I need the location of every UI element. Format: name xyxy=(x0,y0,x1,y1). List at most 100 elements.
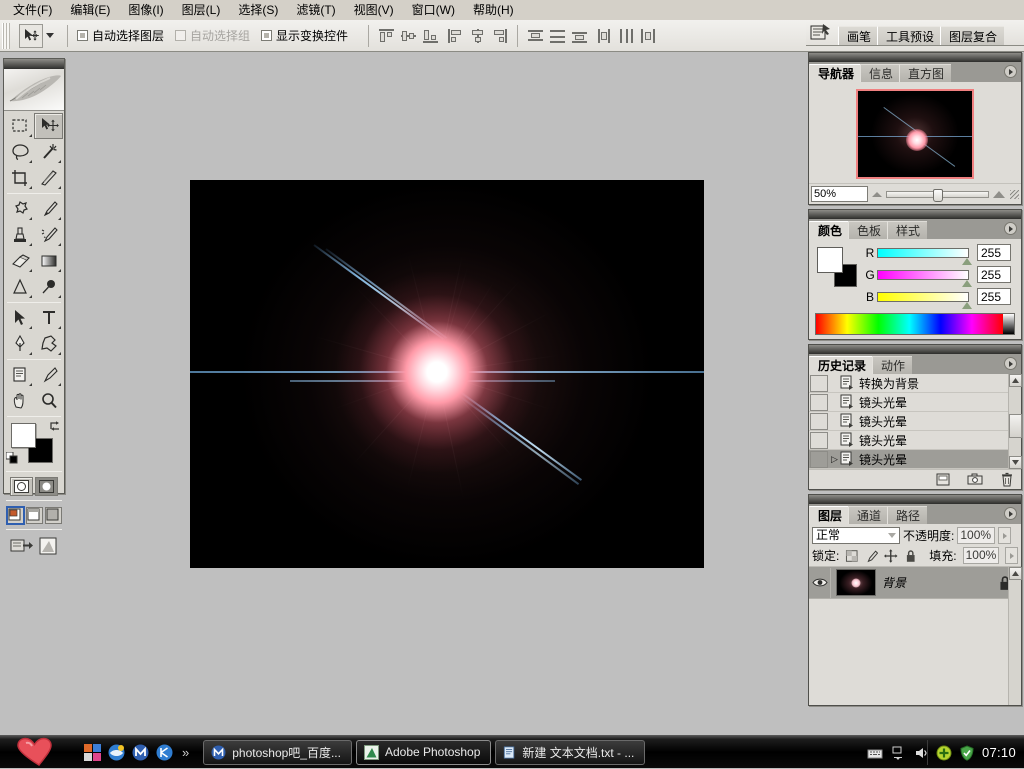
keyboard-layout-icon[interactable] xyxy=(867,745,883,761)
new-snapshot-camera-icon[interactable] xyxy=(967,472,983,487)
tool-flyout-corner-icon[interactable] xyxy=(29,160,32,163)
menu-item-image[interactable]: 图像(I) xyxy=(119,0,172,20)
menu-item-window[interactable]: 窗口(W) xyxy=(403,0,464,20)
channel-slider-b[interactable] xyxy=(877,291,972,309)
start-button[interactable] xyxy=(0,736,78,769)
tab-styles[interactable]: 样式 xyxy=(887,221,928,239)
tab-layers[interactable]: 图层 xyxy=(809,506,850,524)
tool-flyout-corner-icon[interactable] xyxy=(58,295,61,298)
tool-flyout-corner-icon[interactable] xyxy=(29,243,32,246)
tool-preset-chevron-down-icon[interactable] xyxy=(46,33,54,38)
layer-name[interactable]: 背景 xyxy=(882,574,997,591)
menu-item-view[interactable]: 视图(V) xyxy=(345,0,403,20)
color-panel-foreground-swatch[interactable] xyxy=(817,247,843,273)
tool-flyout-corner-icon[interactable] xyxy=(29,217,32,220)
hand-tool[interactable] xyxy=(5,388,34,414)
tool-flyout-corner-icon[interactable] xyxy=(29,383,32,386)
navigator-zoom-slider[interactable] xyxy=(886,188,989,202)
taskbar-window-notepad[interactable]: 新建 文本文档.txt - ... xyxy=(495,739,646,765)
align-right-edges-icon[interactable] xyxy=(491,28,508,44)
channel-value-b[interactable]: 255 xyxy=(977,288,1011,305)
rectangular-marquee-tool[interactable] xyxy=(5,113,34,139)
lock-transparent-pixels-icon[interactable] xyxy=(845,549,858,563)
scrollbar-thumb[interactable] xyxy=(1009,414,1022,438)
distribute-top-edges-icon[interactable] xyxy=(527,28,544,44)
menu-item-layer[interactable]: 图层(L) xyxy=(173,0,230,20)
fill-input[interactable]: 100% xyxy=(962,547,1000,564)
well-tab-layer-comps[interactable]: 图层复合 xyxy=(940,26,1005,45)
crop-tool[interactable] xyxy=(5,165,34,191)
checkbox-auto-select-layer[interactable]: 自动选择图层 xyxy=(77,27,164,44)
history-state-row[interactable]: 镜头光晕 xyxy=(809,412,1021,431)
default-colors-icon[interactable] xyxy=(6,452,18,464)
tab-paths[interactable]: 路径 xyxy=(887,506,928,524)
document-canvas[interactable] xyxy=(190,180,704,568)
tool-preset-picker[interactable] xyxy=(15,23,58,49)
history-panel-menu-button[interactable] xyxy=(1004,357,1017,370)
channel-slider-r[interactable] xyxy=(877,247,972,265)
notes-tool[interactable] xyxy=(5,362,34,388)
menu-item-edit[interactable]: 编辑(E) xyxy=(61,0,119,20)
blur-tool[interactable] xyxy=(5,274,34,300)
distribute-right-edges-icon[interactable] xyxy=(640,28,657,44)
slice-tool[interactable] xyxy=(34,165,63,191)
blend-mode-select[interactable]: 正常 xyxy=(812,527,900,544)
options-bar-grip[interactable] xyxy=(2,22,10,49)
tab-actions[interactable]: 动作 xyxy=(872,356,913,374)
menu-item-filter[interactable]: 滤镜(T) xyxy=(287,0,344,20)
zoom-tool[interactable] xyxy=(34,388,63,414)
tab-histogram[interactable]: 直方图 xyxy=(899,64,952,82)
layer-row-background[interactable]: 背景 xyxy=(809,567,1021,599)
zoom-slider-thumb[interactable] xyxy=(933,188,944,202)
tool-flyout-corner-icon[interactable] xyxy=(29,186,32,189)
checkbox-box[interactable] xyxy=(261,30,273,41)
navigator-thumbnail[interactable] xyxy=(856,89,974,179)
tab-info[interactable]: 信息 xyxy=(860,64,901,82)
zoom-out-icon[interactable] xyxy=(872,191,882,197)
pen-tool[interactable] xyxy=(5,331,34,357)
standard-mode-button[interactable] xyxy=(10,476,33,496)
distribute-bottom-edges-icon[interactable] xyxy=(571,28,588,44)
slider-thumb[interactable] xyxy=(962,279,972,287)
tool-flyout-corner-icon[interactable] xyxy=(29,134,32,137)
file-browser-icon[interactable] xyxy=(810,23,832,43)
gradient-tool[interactable] xyxy=(34,248,63,274)
align-left-edges-icon[interactable] xyxy=(447,28,464,44)
scroll-up-button[interactable] xyxy=(1009,567,1022,580)
tool-flyout-corner-icon[interactable] xyxy=(58,352,61,355)
checkbox-show-transform-controls[interactable]: 显示变换控件 xyxy=(261,27,348,44)
align-horizontal-centers-icon[interactable] xyxy=(469,28,486,44)
tab-swatches[interactable]: 色板 xyxy=(848,221,889,239)
healing-brush-tool[interactable] xyxy=(5,196,34,222)
opacity-slider-arrow-icon[interactable] xyxy=(998,527,1012,544)
tab-channels[interactable]: 通道 xyxy=(848,506,889,524)
navigator-panel-drag-handle[interactable] xyxy=(809,53,1021,62)
well-tab-brushes[interactable]: 画笔 xyxy=(838,26,879,45)
tab-history[interactable]: 历史记录 xyxy=(809,356,874,374)
lock-all-icon[interactable] xyxy=(904,549,917,563)
distribute-horizontal-centers-icon[interactable] xyxy=(618,28,635,44)
taskbar-window-photoshop[interactable]: Adobe Photoshop xyxy=(355,739,492,765)
scroll-down-button[interactable] xyxy=(1009,456,1022,469)
opacity-input[interactable]: 100% xyxy=(957,527,996,544)
fill-slider-arrow-icon[interactable] xyxy=(1005,547,1018,564)
update-shield-icon[interactable] xyxy=(936,745,952,761)
history-state-row[interactable]: 镜头光晕 xyxy=(809,431,1021,450)
chevron-down-icon[interactable] xyxy=(888,533,896,538)
tool-flyout-corner-icon[interactable] xyxy=(58,383,61,386)
align-vertical-centers-icon[interactable] xyxy=(400,28,417,44)
layers-panel-drag-handle[interactable] xyxy=(809,495,1021,504)
ie-browser-icon[interactable] xyxy=(108,744,125,761)
layer-visibility-toggle[interactable] xyxy=(809,567,831,598)
navigator-resize-grip[interactable] xyxy=(1010,189,1019,199)
tool-flyout-corner-icon[interactable] xyxy=(58,186,61,189)
color-panel-menu-button[interactable] xyxy=(1004,222,1017,235)
history-scrollbar[interactable] xyxy=(1008,374,1022,469)
new-document-from-state-icon[interactable] xyxy=(935,472,951,487)
full-screen-mode-button[interactable] xyxy=(44,506,62,524)
dodge-tool[interactable] xyxy=(34,274,63,300)
history-panel-drag-handle[interactable] xyxy=(809,345,1021,354)
standard-screen-mode-button[interactable] xyxy=(5,505,25,525)
volume-icon[interactable] xyxy=(913,745,929,761)
tool-flyout-corner-icon[interactable] xyxy=(58,217,61,220)
